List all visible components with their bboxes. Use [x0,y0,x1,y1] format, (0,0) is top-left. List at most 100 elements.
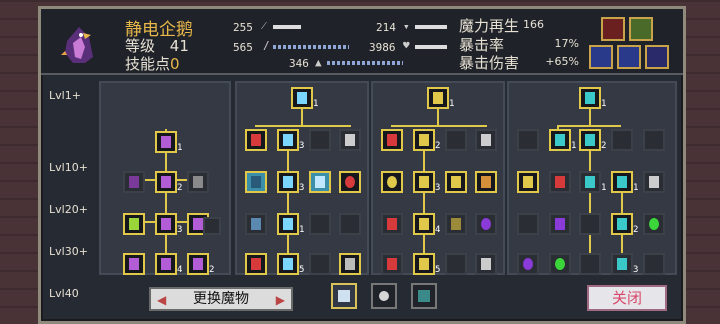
close-button[interactable]: 关闭 [587,285,667,311]
skill-node[interactable]: 2 [579,129,606,151]
spark-icon [283,258,293,270]
skill-node[interactable]: 1 [155,131,182,153]
skill-node[interactable] [245,171,267,193]
skill-node-locked[interactable] [611,129,633,151]
skill-node-locked[interactable] [475,213,497,235]
skill-node-locked[interactable] [517,129,539,151]
skill-node-locked[interactable] [203,217,221,235]
arrow-right-icon[interactable]: ▶ [276,290,285,310]
lightning-icon [419,176,429,188]
skill-node[interactable]: 3 [277,129,304,151]
crit-damage-value: +65% [545,55,579,68]
heart-icon: ♥ [403,39,410,52]
arrow-up-buff-icon[interactable] [629,17,653,41]
health-bar [415,45,447,49]
skill-node[interactable] [445,171,467,193]
skill-node-locked[interactable] [517,253,539,275]
skill-node[interactable]: 3 [277,171,304,193]
skill-node[interactable]: 2 [155,171,182,193]
skill-node-locked[interactable] [381,213,403,235]
skill-node[interactable]: 3 [155,213,182,235]
burst-icon [387,258,397,270]
bars-icon [193,176,203,188]
skill-node-locked[interactable] [643,129,665,151]
skill-node[interactable]: 1 [277,213,304,235]
skill-node-locked[interactable] [123,171,145,193]
skill-node-locked[interactable] [643,213,665,235]
skill-node-locked[interactable] [445,253,467,275]
skill-node[interactable] [339,253,361,275]
skill-node[interactable]: 1 [291,87,318,109]
arrow-left-icon[interactable]: ◀ [157,290,166,310]
skill-node-locked[interactable] [643,171,665,193]
skill-node-locked[interactable] [579,213,601,235]
mana-regen-label: 魔力再生 [459,17,520,35]
skill-node-locked[interactable] [445,129,467,151]
heart-icon [345,134,355,146]
skill-node-locked[interactable] [549,253,571,275]
skill-node[interactable] [475,171,497,193]
skill-node[interactable] [245,129,267,151]
skill-node-locked[interactable]: 1 [579,171,606,193]
tree-line [589,107,591,127]
skill-node[interactable] [123,213,145,235]
skill-node[interactable]: 1 [611,171,638,193]
skill-node-locked[interactable] [245,213,267,235]
skill-node[interactable] [381,171,403,193]
skill-node-locked[interactable] [517,213,539,235]
star-buff-icon[interactable] [617,45,641,69]
skill-node[interactable] [517,171,539,193]
change-monster-button[interactable]: ◀ 更换魔物 ▶ [149,287,293,311]
sound-wave-icon [161,176,171,188]
skill-tree-column-1: 1 2 3 1 4 2 [99,81,231,275]
skill-node-locked[interactable] [381,253,403,275]
skill-node-locked[interactable] [309,213,331,235]
skill-node-locked[interactable] [309,129,331,151]
fire-buff-icon[interactable] [601,17,625,41]
key-icon [129,218,139,230]
skill-node[interactable] [123,253,145,275]
skill-node[interactable]: 1 [549,129,576,151]
skill-node[interactable] [381,129,403,151]
bolt-icon [523,176,533,188]
skill-node-locked[interactable] [475,253,497,275]
ring-icon [555,258,565,270]
tab-burst[interactable] [371,283,397,309]
skill-node-locked[interactable] [339,129,361,151]
skill-node[interactable]: 3 [413,171,440,193]
bars-icon [481,176,491,188]
skill-node[interactable]: 5 [277,253,304,275]
skill-node[interactable]: 1 [579,87,606,109]
skill-node[interactable]: 2 [413,129,440,151]
skill-node[interactable]: 4 [413,213,440,235]
skill-node-locked[interactable] [445,213,467,235]
tab-grid[interactable] [411,283,437,309]
sound-wave-icon [161,136,171,148]
skill-node[interactable]: 2 [187,253,214,275]
skill-node[interactable]: 4 [155,253,182,275]
skill-node-locked[interactable] [579,253,601,275]
skill-node[interactable]: 5 [413,253,440,275]
tab-sound[interactable] [331,283,357,309]
skill-node-locked[interactable] [643,253,665,275]
heart-icon [649,176,659,188]
skill-node-locked[interactable] [549,213,571,235]
moon-buff-icon[interactable] [645,45,669,69]
skill-node[interactable] [339,171,361,193]
skill-node[interactable] [245,253,267,275]
skill-node[interactable]: 2 [611,213,638,235]
sound-wave-icon [161,218,171,230]
skill-node-locked[interactable] [309,253,331,275]
skill-node-locked[interactable]: 3 [611,253,638,275]
skill-node-locked[interactable] [187,171,209,193]
skill-node[interactable] [309,171,331,193]
skill-node-locked[interactable] [549,171,571,193]
health-stat: 3986 [369,41,396,54]
skill-node[interactable]: 1 [427,87,454,109]
gear-icon [649,218,659,230]
skill-node-locked[interactable] [339,213,361,235]
shield-buff-icon[interactable] [589,45,613,69]
magic-attack-bar [273,45,349,49]
tree-line [437,107,439,127]
skill-node-locked[interactable] [475,129,497,151]
